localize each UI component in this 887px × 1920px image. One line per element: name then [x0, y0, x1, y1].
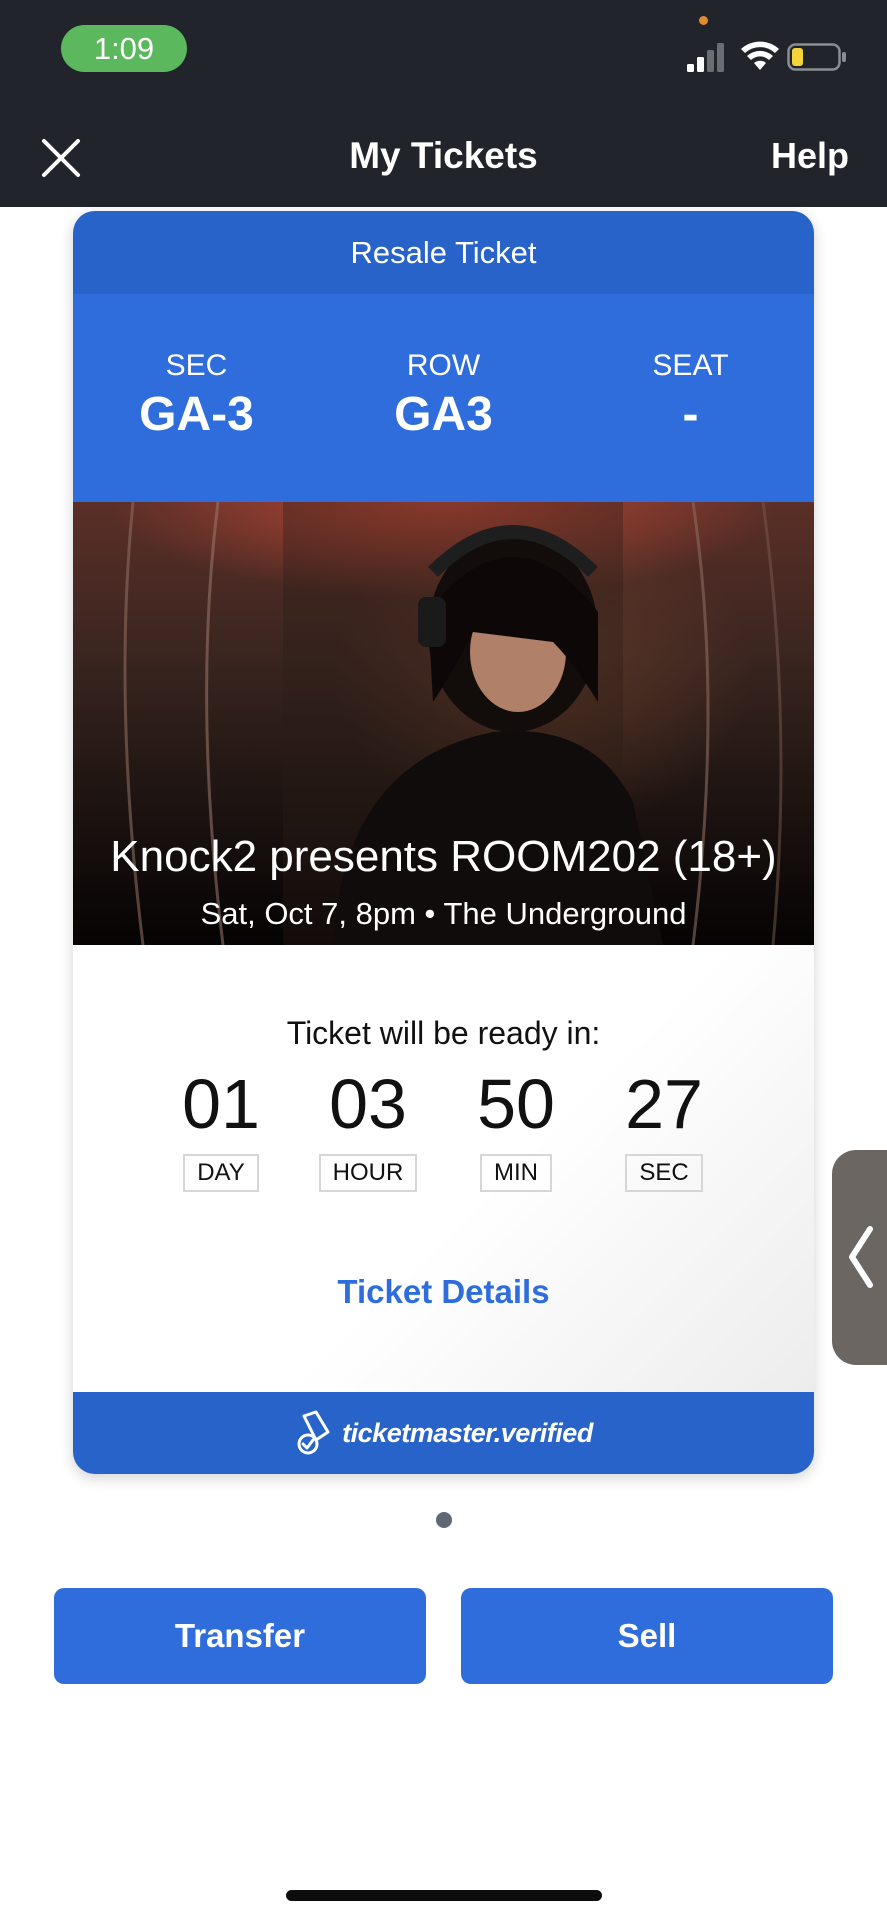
countdown-seconds-value: 27 — [625, 1065, 703, 1143]
section-label: SEC — [165, 349, 228, 382]
countdown-section: Ticket will be ready in: 01 DAY 03 HOUR … — [73, 945, 814, 1403]
section-value: GA-3 — [139, 388, 254, 441]
countdown-minutes-value: 50 — [477, 1065, 555, 1143]
privacy-indicator-dot — [699, 16, 708, 25]
countdown-minutes-unit: MIN — [480, 1154, 552, 1192]
status-bar: 1:09 — [0, 0, 887, 105]
row-label: ROW — [406, 349, 481, 382]
row-value: GA3 — [394, 388, 493, 441]
help-button[interactable]: Help — [771, 105, 849, 207]
sell-button[interactable]: Sell — [461, 1588, 833, 1684]
side-panel-handle[interactable] — [832, 1150, 887, 1365]
countdown-days-value: 01 — [182, 1065, 260, 1143]
event-title: Knock2 presents ROOM202 (18+) — [110, 832, 777, 881]
countdown-days-unit: DAY — [183, 1154, 259, 1192]
section-info: SEC GA-3 — [73, 294, 320, 502]
ticketmaster-verified-bar: ticketmaster.verified — [73, 1392, 814, 1474]
page-title: My Tickets — [349, 135, 538, 176]
seat-value: - — [682, 388, 699, 441]
countdown-label: Ticket will be ready in: — [286, 1015, 601, 1051]
countdown-seconds: 27 SEC — [590, 1067, 738, 1192]
row-info: ROW GA3 — [320, 294, 567, 502]
ticket-verified-icon — [297, 1410, 330, 1455]
countdown-hours-unit: HOUR — [318, 1154, 418, 1192]
countdown-seconds-unit: SEC — [625, 1154, 703, 1192]
status-time: 1:09 — [61, 25, 187, 72]
verified-badge: ticketmaster.verified — [73, 1392, 814, 1474]
ticket-card[interactable]: Resale Ticket SEC GA-3 ROW GA3 SEAT - Kn… — [73, 211, 814, 1474]
ticket-details-link[interactable]: Ticket Details — [73, 1273, 814, 1311]
cellular-signal-icon — [687, 43, 724, 72]
transfer-button[interactable]: Transfer — [54, 1588, 426, 1684]
seat-label: SEAT — [652, 349, 729, 382]
battery-low-icon — [787, 43, 846, 71]
ticket-type-header: Resale Ticket — [73, 211, 814, 294]
navigation-bar: My Tickets Help — [0, 105, 887, 207]
countdown-hours-value: 03 — [329, 1065, 407, 1143]
countdown-minutes: 50 MIN — [442, 1067, 590, 1192]
event-image: Knock2 presents ROOM202 (18+) Sat, Oct 7… — [73, 502, 814, 945]
countdown-hours: 03 HOUR — [294, 1067, 442, 1192]
verified-text: ticketmaster.verified — [342, 1417, 593, 1448]
countdown-days: 01 DAY — [147, 1067, 295, 1192]
chevron-left-icon — [849, 1226, 873, 1288]
close-icon[interactable] — [38, 135, 84, 181]
seat-info: SEC GA-3 ROW GA3 SEAT - — [73, 294, 814, 502]
page-indicator-dot — [436, 1512, 452, 1528]
seat-info-column: SEAT - — [567, 294, 814, 502]
wifi-icon — [741, 41, 779, 70]
home-indicator[interactable] — [286, 1890, 602, 1901]
event-date-venue: Sat, Oct 7, 8pm • The Underground — [200, 896, 687, 931]
